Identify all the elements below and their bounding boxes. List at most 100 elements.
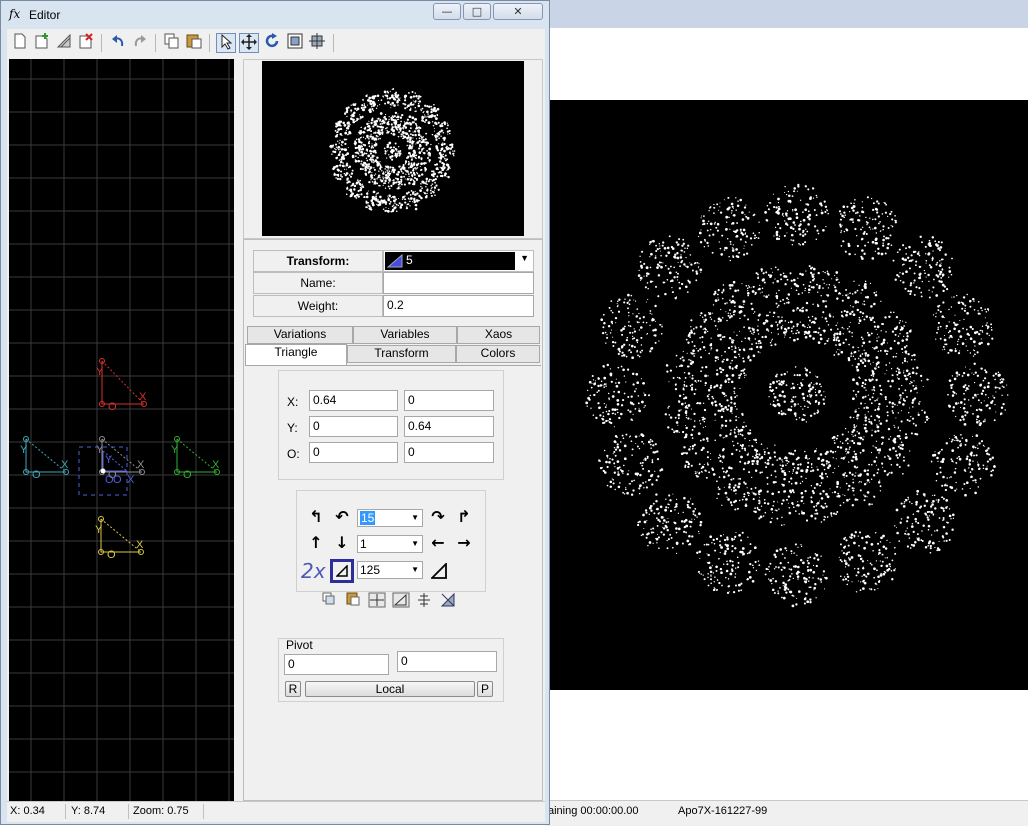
fractal-dot: [876, 441, 877, 442]
add-transform-icon[interactable]: [32, 33, 52, 53]
fractal-dot: [799, 374, 801, 376]
fractal-dot: [442, 154, 444, 156]
triangle-grid-canvas[interactable]: YOXYOXYOXYOXYOXYOOX: [9, 59, 234, 801]
fractal-dot: [907, 545, 909, 547]
paste-icon[interactable]: [184, 33, 204, 53]
fractal-dot: [642, 534, 644, 536]
fractal-dot: [608, 461, 611, 464]
fractal-dot: [806, 600, 809, 603]
fractal-dot: [640, 462, 642, 464]
fractal-dot: [629, 411, 631, 413]
fractal-dot: [833, 513, 835, 515]
flip-icon[interactable]: [307, 33, 327, 53]
fractal-dot: [651, 314, 652, 315]
fractal-dot: [635, 408, 637, 410]
fractal-dot: [640, 280, 641, 281]
delete-transform-icon[interactable]: [76, 33, 96, 53]
fractal-dot: [651, 531, 653, 533]
fractal-dot: [638, 402, 640, 404]
fractal-dot: [690, 446, 691, 447]
minimize-button[interactable]: —: [433, 3, 461, 20]
fractal-dot: [868, 341, 870, 343]
fractal-dot: [836, 482, 839, 485]
fractal-dot: [344, 148, 347, 151]
fractal-dot: [900, 522, 902, 524]
fractal-dot: [818, 327, 820, 329]
fractal-dot: [827, 495, 830, 498]
fractal-dot: [655, 245, 657, 247]
fractal-dot: [745, 498, 748, 501]
fractal-dot: [841, 561, 843, 563]
fractal-dot: [804, 367, 806, 369]
fractal-dot: [833, 334, 835, 336]
maximize-button[interactable]: □: [463, 3, 491, 20]
fractal-dot: [916, 392, 917, 393]
fractal-dot: [646, 301, 647, 302]
editor-titlebar[interactable]: fx Editor — □ ✕: [1, 1, 549, 29]
fractal-dot: [412, 201, 413, 202]
fractal-dot: [800, 406, 801, 407]
fractal-dot: [351, 184, 353, 186]
select-mode-icon[interactable]: [216, 33, 236, 53]
fractal-dot: [713, 207, 714, 208]
close-button[interactable]: ✕: [493, 3, 543, 20]
fractal-dot: [949, 267, 951, 269]
redo-icon[interactable]: [130, 33, 150, 53]
fractal-dot: [651, 474, 653, 476]
panel-splitter[interactable]: [234, 59, 243, 801]
fractal-dot: [443, 143, 445, 145]
fractal-dot: [647, 273, 649, 275]
fractal-dot: [752, 456, 754, 458]
fractal-dot: [854, 410, 856, 412]
fractal-dot: [720, 211, 722, 213]
fractal-dot: [822, 490, 824, 492]
fractal-dot: [904, 400, 906, 402]
fractal-dot: [644, 394, 646, 396]
fractal-dot: [607, 485, 609, 487]
fractal-dot: [720, 535, 722, 537]
fractal-dot: [871, 402, 873, 404]
fractal-dot: [911, 254, 913, 256]
fractal-dot: [335, 143, 337, 145]
fractal-dot: [907, 497, 909, 499]
fractal-dot: [372, 159, 374, 161]
fractal-dot: [827, 271, 829, 273]
fractal-dot: [796, 309, 797, 310]
fractal-dot: [609, 307, 611, 309]
fractal-dot: [402, 172, 404, 174]
fractal-dot: [727, 498, 730, 501]
fractal-dot: [733, 214, 736, 217]
fractal-dot: [688, 334, 691, 337]
fractal-dot: [762, 456, 763, 457]
fractal-dot: [747, 288, 749, 290]
fractal-dot: [951, 441, 953, 443]
fractal-dot: [899, 333, 900, 334]
fractal-dot: [887, 350, 889, 352]
fractal-dot: [655, 443, 657, 445]
fractal-dot: [853, 424, 855, 426]
fractal-dot: [876, 584, 877, 585]
scale-mode-icon[interactable]: [285, 33, 305, 53]
duplicate-transform-icon[interactable]: [54, 33, 74, 53]
fractal-dot: [632, 313, 633, 314]
fractal-dot: [416, 164, 419, 167]
move-mode-icon[interactable]: [239, 33, 259, 53]
fractal-dot: [908, 372, 911, 375]
copy-icon[interactable]: [162, 33, 182, 53]
fractal-dot: [755, 487, 757, 489]
background-area: [549, 28, 1028, 100]
rotate-mode-icon[interactable]: [262, 33, 282, 53]
fractal-dot: [981, 440, 983, 442]
undo-icon[interactable]: [108, 33, 128, 53]
fractal-dot: [778, 412, 780, 414]
fractal-dot: [777, 324, 779, 326]
new-transform-icon[interactable]: [10, 33, 30, 53]
fractal-dot: [735, 493, 736, 494]
fractal-dot: [862, 316, 863, 317]
fractal-dot: [340, 125, 342, 127]
fractal-dot: [778, 290, 780, 292]
fractal-dot: [969, 326, 972, 329]
fractal-dot: [726, 399, 728, 401]
fractal-dot: [369, 145, 371, 147]
fractal-dot: [956, 489, 957, 490]
